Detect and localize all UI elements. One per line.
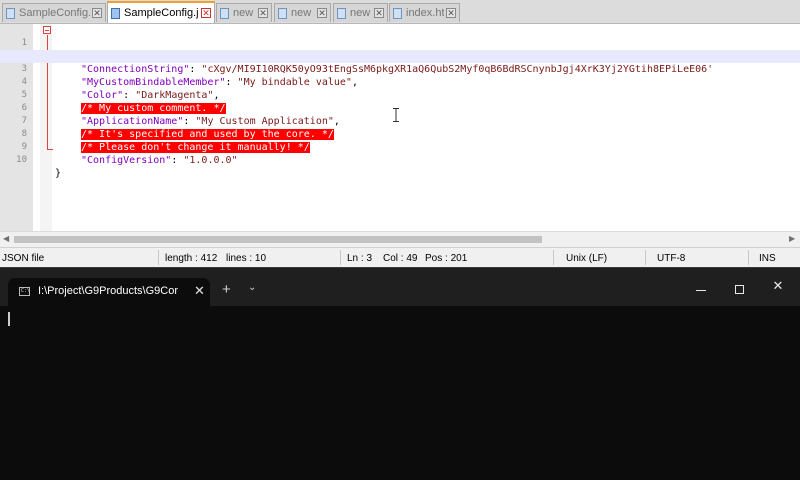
editor-tab-bar: SampleConfig.json ✕ SampleConfig.json ✕ … bbox=[0, 0, 800, 24]
status-divider bbox=[748, 250, 749, 265]
new-tab-button[interactable]: + bbox=[222, 281, 231, 298]
tab-label: SampleConfig.json bbox=[19, 7, 90, 19]
notepadpp-window: SampleConfig.json ✕ SampleConfig.json ✕ … bbox=[0, 0, 800, 268]
code-line: 5 /* My custom comment. */ bbox=[0, 76, 800, 114]
file-icon bbox=[278, 7, 287, 19]
status-lines: lines : 10 bbox=[226, 253, 267, 264]
terminal-window: C:\ I:\Project\G9Products\G9Cor ✕ + ⌄ ✕ bbox=[0, 267, 800, 480]
close-icon[interactable]: ✕ bbox=[201, 8, 211, 18]
status-eol: Unix (LF) bbox=[566, 253, 608, 264]
status-pos: Pos : 201 bbox=[425, 253, 468, 264]
tab-label: index.html bbox=[406, 7, 444, 19]
tab-sampleconfig-json-1[interactable]: SampleConfig.json ✕ bbox=[2, 3, 106, 22]
scroll-thumb[interactable] bbox=[14, 236, 542, 243]
chevron-down-icon[interactable]: ⌄ bbox=[248, 282, 256, 293]
terminal-tab-title: I:\Project\G9Products\G9Cor bbox=[38, 285, 178, 297]
status-divider bbox=[645, 250, 646, 265]
code-line: 4 "Color": "DarkMagenta", bbox=[0, 63, 800, 101]
code-line: 2 "ConnectionString": "cXgv/MI9I10RQK50y… bbox=[0, 37, 800, 75]
status-divider bbox=[553, 250, 554, 265]
brace-close: } bbox=[55, 168, 62, 179]
tab-new-3[interactable]: new 3 ✕ bbox=[333, 3, 388, 22]
close-window-button[interactable]: ✕ bbox=[768, 278, 788, 294]
json-key: "ConfigVersion" bbox=[81, 155, 172, 166]
terminal-cursor bbox=[8, 312, 10, 326]
json-value: "1.0.0.0" bbox=[183, 155, 238, 166]
horizontal-scrollbar[interactable]: ◀ ▶ bbox=[0, 231, 800, 247]
close-icon[interactable]: ✕ bbox=[258, 8, 268, 18]
close-icon[interactable]: ✕ bbox=[446, 8, 456, 18]
maximize-button[interactable] bbox=[735, 285, 744, 294]
status-length: length : 412 bbox=[165, 253, 218, 264]
status-ln: Ln : 3 bbox=[347, 253, 373, 264]
close-tab-icon[interactable]: ✕ bbox=[194, 283, 205, 299]
close-icon[interactable]: ✕ bbox=[92, 8, 102, 18]
code-line: 8 /* Please don't change it manually! */ bbox=[0, 115, 800, 153]
terminal-tab-bar: C:\ I:\Project\G9Products\G9Cor ✕ + ⌄ ✕ bbox=[0, 268, 800, 306]
code-line-current: 3 "MyCustomBindableMember": "My bindable… bbox=[0, 50, 800, 88]
code-editor[interactable]: 1 { 2 "ConnectionString": "cXgv/MI9I10RQ… bbox=[0, 24, 800, 231]
tab-label: new 1 bbox=[233, 7, 256, 19]
line-number: 10 bbox=[16, 155, 27, 165]
code-line: 6 "ApplicationName": "My Custom Applicat… bbox=[0, 89, 800, 127]
cmd-prompt-icon: C:\ bbox=[19, 287, 31, 296]
file-icon bbox=[220, 7, 229, 19]
tab-label: new 2 bbox=[291, 7, 315, 19]
code-line: 10 } bbox=[0, 141, 800, 179]
tab-index-html[interactable]: index.html ✕ bbox=[389, 3, 460, 22]
json-separator: : bbox=[171, 155, 184, 166]
tab-new-2[interactable]: new 2 ✕ bbox=[274, 3, 331, 22]
tab-new-1[interactable]: new 1 ✕ bbox=[216, 3, 272, 22]
status-encoding: UTF-8 bbox=[657, 253, 686, 264]
tab-label: new 3 bbox=[350, 7, 372, 19]
file-icon bbox=[6, 7, 15, 19]
text-cursor-icon bbox=[393, 108, 399, 122]
terminal-tab[interactable]: C:\ I:\Project\G9Products\G9Cor ✕ bbox=[8, 278, 210, 306]
code-line: 7 /* It's specified and used by the core… bbox=[0, 102, 800, 140]
minimize-button[interactable] bbox=[696, 290, 706, 291]
file-icon bbox=[337, 7, 346, 19]
file-icon bbox=[393, 7, 402, 19]
status-col: Col : 49 bbox=[383, 253, 418, 264]
status-divider bbox=[158, 250, 159, 265]
terminal-console[interactable] bbox=[0, 306, 800, 480]
tab-sampleconfig-json-2[interactable]: SampleConfig.json ✕ bbox=[107, 1, 215, 23]
status-divider bbox=[340, 250, 341, 265]
status-mode: INS bbox=[759, 253, 776, 264]
close-icon[interactable]: ✕ bbox=[374, 8, 384, 18]
file-icon bbox=[111, 7, 120, 19]
status-bar: JSON file length : 412 lines : 10 Ln : 3… bbox=[0, 247, 800, 268]
status-file-type: JSON file bbox=[2, 253, 45, 264]
close-icon[interactable]: ✕ bbox=[317, 8, 327, 18]
scroll-left-icon[interactable]: ◀ bbox=[3, 234, 9, 243]
scroll-right-icon[interactable]: ▶ bbox=[789, 234, 795, 243]
code-line: 9 "ConfigVersion": "1.0.0.0" bbox=[0, 128, 800, 166]
tab-label: SampleConfig.json bbox=[124, 7, 199, 19]
code-line: 1 { bbox=[0, 24, 800, 62]
